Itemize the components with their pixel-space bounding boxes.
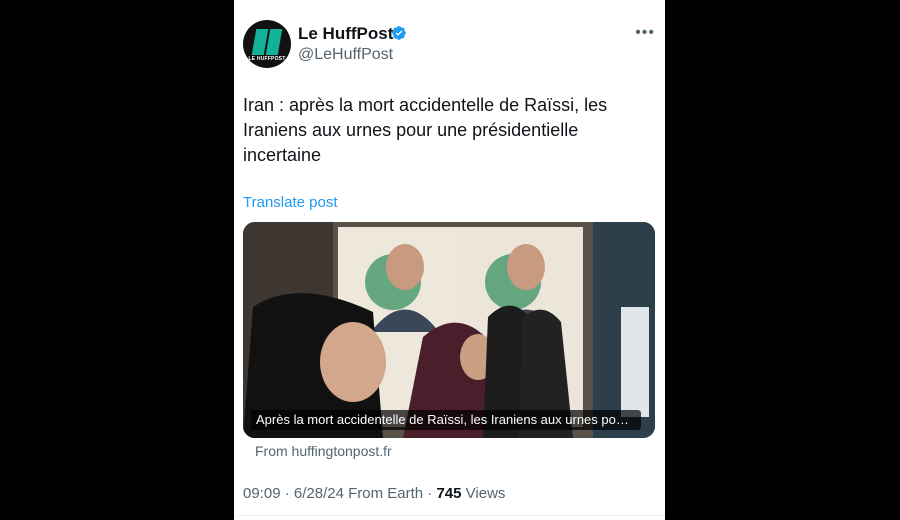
translate-post-link[interactable]: Translate post (243, 194, 338, 211)
link-card-image[interactable]: Après la mort accidentelle de Raïssi, le… (243, 222, 655, 438)
link-source[interactable]: From huffingtonpost.fr (255, 443, 392, 459)
views-count: 745 (436, 485, 462, 502)
post-text: Iran : après la mort accidentelle de Raï… (243, 95, 608, 165)
post-meta: 09:09 · 6/28/24 From Earth · 745 Views (243, 485, 506, 502)
link-caption: Après la mort accidentelle de Raïssi, le… (251, 410, 641, 430)
verified-badge-icon (392, 26, 406, 40)
post-time[interactable]: 09:09 (243, 485, 281, 502)
more-icon[interactable]: ••• (635, 24, 655, 42)
avatar[interactable]: LE HUFFPOST (243, 20, 291, 68)
account-handle[interactable]: @LeHuffPost (298, 46, 393, 64)
post-date[interactable]: 6/28/24 (294, 485, 344, 502)
views-label: Views (465, 485, 506, 502)
logo-bar (265, 29, 283, 55)
divider (234, 515, 665, 516)
account-name[interactable]: Le HuffPost (298, 24, 393, 44)
avatar-logo-text: LE HUFFPOST (248, 56, 286, 62)
news-photo (243, 222, 655, 438)
tweet-card: LE HUFFPOST Le HuffPost @LeHuffPost ••• … (234, 0, 665, 520)
post-location: From Earth (348, 485, 424, 502)
